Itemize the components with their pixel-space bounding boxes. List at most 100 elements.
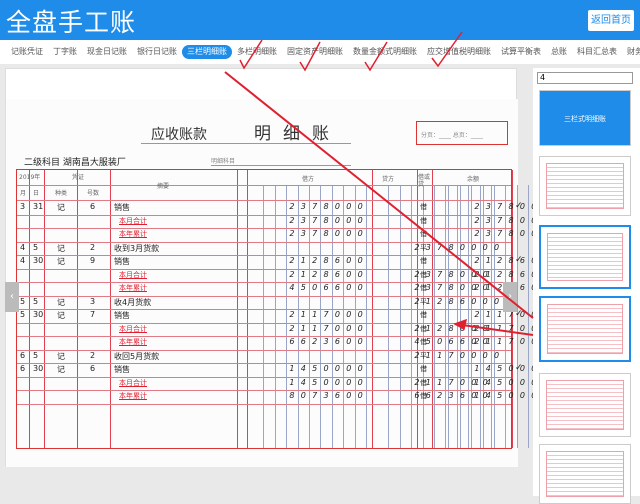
credit-amount: 2117000 (414, 350, 488, 360)
ledger-viewer: 应收账款 明细账 分页：____ 总页：____ 二级科目 湖南昌大服装厂 明细… (5, 68, 552, 467)
day-cell: 30 (33, 364, 44, 373)
num-cell: 9 (90, 256, 96, 265)
prev-page-arrow[interactable]: ‹ (5, 282, 19, 312)
dc-cell: 借 (420, 257, 427, 265)
nav-item[interactable]: 多栏明细账 (232, 45, 282, 59)
thumbnail-page-selected[interactable] (539, 296, 631, 362)
table-row: 331记6销售借23780002378000✓ (17, 201, 548, 215)
thumbnail-page[interactable] (539, 373, 631, 437)
table-row: 4 5 记 2 收到3月货款平 2 3 7 8 0 0 0 0 (17, 242, 511, 256)
day-cell: 30 (33, 256, 44, 265)
debit-amount: 8073600 (289, 391, 363, 400)
ledger-table: 2019年 凭证月日种类 号数 摘要 借方 贷方 借或贷 余额 3 31 记 6 销售借 2 3 7 8 0 0 0 2… (16, 169, 552, 449)
credit-amount: 2128600 (414, 296, 488, 306)
month-header: 月 (20, 190, 27, 197)
month-cell: 4 (20, 242, 26, 252)
debit-amount: 1450000 (289, 364, 363, 373)
year-header: 2019年 (19, 174, 41, 181)
summary-cell: 本月合计 (119, 324, 147, 333)
bal-amount: 0 (494, 350, 500, 360)
nav-item[interactable]: 财务报表 (622, 45, 640, 59)
nav-item[interactable]: 试算平衡表 (496, 45, 546, 59)
summary-cell: 销售 (114, 365, 130, 374)
debit-amount: 2128600 (289, 256, 363, 265)
ledger-title: 明细账 (254, 124, 341, 144)
table-row: 本年累计借807360066236001450000 (17, 390, 548, 404)
summary-cell: 收回5月货款 (114, 351, 160, 361)
nav-item[interactable]: 现金日记账 (82, 45, 132, 59)
title-underline (141, 143, 351, 144)
nav-item[interactable]: 总账 (546, 45, 572, 59)
type-header: 种类 (55, 190, 68, 197)
thumbnail-page[interactable] (539, 444, 631, 504)
thumbnail-panel: 4 三栏式明细账 (533, 68, 640, 504)
debit-amount: 2378000 (289, 215, 363, 225)
day-cell: 5 (33, 242, 39, 252)
table-row: 530记7销售借21170002117000✓ (17, 309, 548, 323)
type-cell: 记 (57, 351, 65, 361)
month-cell: 4 (20, 256, 26, 265)
detail-account: 明细科目 (211, 156, 351, 166)
num-cell: 6 (90, 364, 96, 373)
summary-cell: 本月合计 (119, 378, 147, 387)
debit-amount: 2117000 (289, 310, 363, 319)
month-cell: 6 (20, 350, 26, 360)
debit-amount: 2117000 (289, 323, 363, 333)
type-cell: 记 (57, 257, 65, 266)
table-row: 本年累计借450660023780002128600 (17, 282, 548, 296)
check-icon: ✓ (515, 201, 523, 211)
nav-item[interactable]: 固定资产明细账 (282, 45, 348, 59)
nav-item[interactable]: 数量金额式明细账 (348, 45, 422, 59)
month-cell: 5 (20, 296, 26, 306)
num-cell: 6 (90, 202, 96, 211)
dc-cell: 借 (420, 311, 427, 319)
summary-cell: 收到3月货款 (114, 243, 160, 253)
nav-item[interactable]: 丁字账 (48, 45, 82, 59)
account-name: 应收账款 (151, 127, 207, 143)
type-cell: 记 (57, 311, 65, 320)
nav-item[interactable]: 记账凭证 (6, 45, 48, 59)
nav-item[interactable]: 银行日记账 (132, 45, 182, 59)
dc-cell: 借 (420, 230, 427, 238)
month-cell: 5 (20, 310, 26, 319)
app-title: 全盘手工账 (6, 8, 137, 37)
debit-amount: 2128600 (289, 269, 363, 279)
table-row: 本年累计借23780002378000 (17, 228, 548, 242)
dc-cell: 借 (420, 216, 427, 225)
summary-cell: 本年累计 (119, 392, 147, 400)
type-cell: 记 (57, 297, 65, 307)
page-count-box: 分页：____ 总页：____ (416, 121, 508, 145)
num-cell: 7 (90, 310, 96, 319)
table-row: 本月合计借212860023780002128600 (17, 269, 548, 283)
thumbnail-cover[interactable]: 三栏式明细账 (539, 90, 631, 146)
summary-cell: 销售 (114, 257, 130, 266)
home-button[interactable]: 返回首页 (588, 10, 634, 31)
credit-amount: 2378000 (414, 242, 488, 252)
summary-cell: 本月合计 (119, 270, 147, 279)
voucher-header: 凭证 (72, 174, 85, 181)
summary-cell: 销售 (114, 203, 130, 212)
num-header: 号数 (87, 190, 100, 197)
debit-amount: 1450000 (289, 377, 363, 387)
thumbnail-page[interactable] (539, 156, 631, 216)
summary-header: 摘要 (157, 183, 170, 190)
dc-header: 借或贷 (418, 174, 431, 188)
day-cell: 31 (33, 202, 44, 211)
bal-amount: 0 (494, 242, 500, 252)
table-row: 430记9销售借21286002128600✓ (17, 255, 548, 269)
page-select[interactable]: 4 (537, 72, 633, 84)
month-cell: 3 (20, 202, 26, 211)
nav-item[interactable]: 科目汇总表 (572, 45, 622, 59)
table-row: 630记6销售借14500001450000✓ (17, 363, 548, 377)
nav-item[interactable]: 应交增值税明细账 (422, 45, 496, 59)
sub-account: 二级科目 湖南昌大服装厂 (24, 158, 126, 168)
next-page-arrow[interactable]: › (503, 282, 517, 312)
nav-item[interactable]: 三栏明细账 (182, 45, 232, 59)
summary-cell: 本年累计 (119, 230, 147, 238)
thumbnail-page[interactable] (539, 225, 631, 289)
check-icon: ✓ (515, 255, 523, 265)
summary-cell: 销售 (114, 311, 130, 320)
table-row: 5 5 记 3 收4月货款平 2 1 2 8 6 0 0 0 (17, 296, 511, 310)
summary-cell: 本月合计 (119, 216, 147, 225)
summary-cell: 收4月货款 (114, 297, 152, 307)
